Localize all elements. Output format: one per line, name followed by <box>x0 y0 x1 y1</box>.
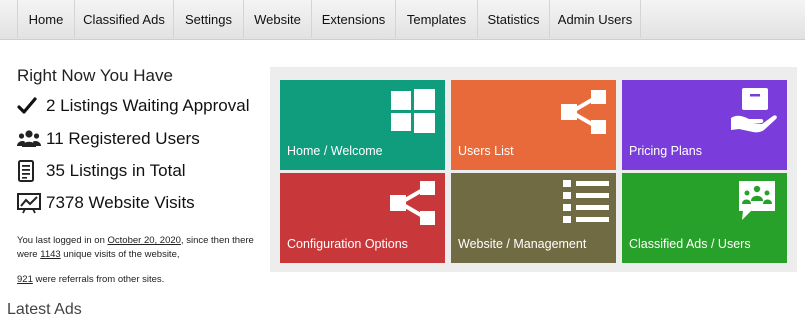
stat-text: 35 Listings in Total <box>46 161 186 180</box>
tile-configuration-options[interactable]: Configuration Options <box>280 173 445 263</box>
summary-title: Right Now You Have <box>17 66 173 85</box>
tile-label: Home / Welcome <box>287 144 383 158</box>
stat-website-visits: 7378 Website Visits <box>17 192 195 214</box>
stat-registered-users: 11 Registered Users <box>17 128 200 150</box>
users-icon <box>17 128 43 150</box>
nav-website[interactable]: Website <box>243 0 311 38</box>
windows-icon <box>391 89 435 138</box>
list-icon <box>563 179 609 230</box>
package-hand-icon <box>729 86 779 141</box>
nav-home[interactable]: Home <box>17 0 74 38</box>
nav-statistics[interactable]: Statistics <box>477 0 549 38</box>
tile-website-management[interactable]: Website / Management <box>451 173 616 263</box>
tile-label: Classified Ads / Users <box>629 237 751 251</box>
stat-text: 2 Listings Waiting Approval <box>46 96 250 115</box>
tile-label: Configuration Options <box>287 237 408 251</box>
referrals-suffix: were referrals from other sites. <box>32 274 165 285</box>
stat-listings-total: 35 Listings in Total <box>17 160 186 182</box>
nav-settings[interactable]: Settings <box>173 0 243 38</box>
nav-classified-ads[interactable]: Classified Ads <box>74 0 173 38</box>
share-icon <box>559 88 609 141</box>
document-icon <box>17 160 43 182</box>
nav-extensions[interactable]: Extensions <box>311 0 395 38</box>
stat-text: 11 Registered Users <box>46 129 200 148</box>
login-date-link[interactable]: October 20, 2020 <box>108 235 181 246</box>
login-prefix: You last logged in on <box>17 235 108 246</box>
last-login-text: You last logged in on October 20, 2020, … <box>17 234 267 262</box>
share-icon <box>388 179 438 232</box>
nav-templates[interactable]: Templates <box>395 0 477 38</box>
referrals-text: 921 were referrals from other sites. <box>17 273 267 287</box>
stat-text: 7378 Website Visits <box>46 193 195 212</box>
tile-home-welcome[interactable]: Home / Welcome <box>280 80 445 170</box>
tile-label: Users List <box>458 144 514 158</box>
login-suffix: unique visits of the website, <box>60 249 180 260</box>
nav-admin-users[interactable]: Admin Users <box>549 0 641 38</box>
chat-users-icon <box>737 179 777 228</box>
referrals-count-link[interactable]: 921 <box>17 274 33 285</box>
latest-ads-heading: Latest Ads <box>7 301 82 318</box>
visits-count-link[interactable]: 1143 <box>40 249 60 260</box>
tile-classified-ads-users[interactable]: Classified Ads / Users <box>622 173 787 263</box>
tile-label: Website / Management <box>458 237 587 251</box>
tile-users-list[interactable]: Users List <box>451 80 616 170</box>
top-nav: Home Classified Ads Settings Website Ext… <box>0 0 805 40</box>
chart-icon <box>17 192 43 214</box>
tile-label: Pricing Plans <box>629 144 702 158</box>
stat-listings-waiting: 2 Listings Waiting Approval <box>17 95 249 117</box>
tile-pricing-plans[interactable]: Pricing Plans <box>622 80 787 170</box>
tiles-panel: Home / Welcome Users List Pricing Plans <box>270 67 797 272</box>
check-icon <box>17 95 43 117</box>
